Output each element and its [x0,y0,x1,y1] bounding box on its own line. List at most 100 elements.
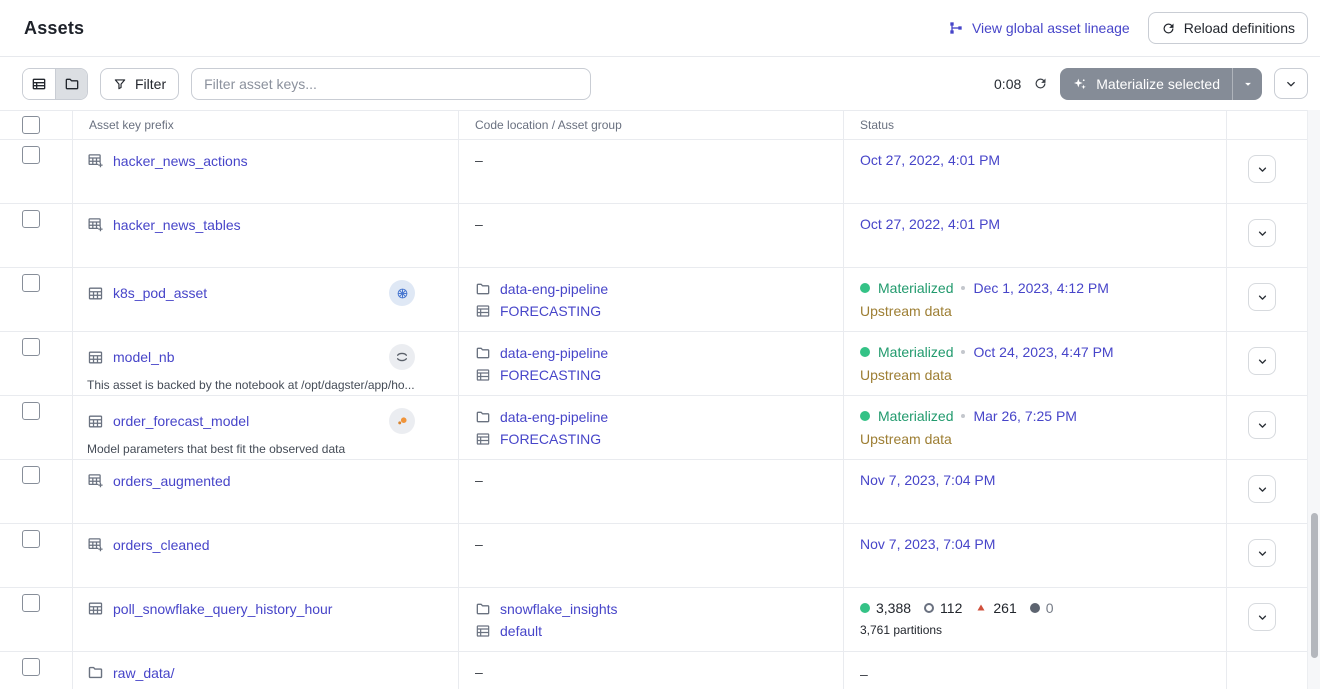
row-checkbox[interactable] [22,594,40,612]
materialize-split-button: Materialize selected [1060,68,1262,100]
folder-icon [87,664,104,681]
row-expand-button[interactable] [1248,155,1276,183]
separator-dot [961,286,965,290]
code-location-link[interactable]: snowflake_insights [500,601,618,617]
status-date-link[interactable]: Nov 7, 2023, 7:04 PM [860,536,995,552]
status-date-link[interactable]: Nov 7, 2023, 7:04 PM [860,472,995,488]
empty-value: – [475,150,483,168]
table-row: k8s_pod_asset data-eng-pipeline FORECAST… [0,267,1307,331]
asset-key-link[interactable]: order_forecast_model [113,413,249,429]
materialize-selected-button[interactable]: Materialize selected [1060,68,1232,100]
row-checkbox[interactable] [22,146,40,164]
folder-icon [475,345,491,361]
materialized-dot [860,411,870,421]
lineage-icon [948,20,964,36]
observed-count: 112 [940,600,962,616]
row-checkbox[interactable] [22,530,40,548]
filter-button[interactable]: Filter [100,68,179,100]
asset-description: This asset is backed by the notebook at … [87,378,442,392]
code-location-link[interactable]: data-eng-pipeline [500,409,608,425]
scikit-learn-icon [389,408,415,434]
caret-down-icon [1241,77,1255,91]
asset-group-icon [475,367,491,383]
select-all-checkbox[interactable] [22,116,40,134]
status-date-link[interactable]: Oct 27, 2022, 4:01 PM [860,216,1000,232]
table-icon [87,285,104,302]
row-expand-button[interactable] [1248,219,1276,247]
materialized-dot [860,347,870,357]
table-row: orders_augmented – Nov 7, 2023, 7:04 PM [0,459,1307,523]
materialized-count: 3,388 [876,600,911,616]
reload-definitions-button[interactable]: Reload definitions [1148,12,1308,44]
empty-value: – [475,214,483,232]
row-expand-button[interactable] [1248,347,1276,375]
status-date-link[interactable]: Oct 24, 2023, 4:47 PM [973,344,1113,360]
asset-key-link[interactable]: raw_data/ [113,665,174,681]
table-row: orders_cleaned – Nov 7, 2023, 7:04 PM [0,523,1307,587]
row-expand-button[interactable] [1248,539,1276,567]
status-date-link[interactable]: Dec 1, 2023, 4:12 PM [973,280,1108,296]
asset-key-link[interactable]: k8s_pod_asset [113,285,207,301]
list-view-button[interactable] [23,69,55,99]
row-checkbox[interactable] [22,658,40,676]
folder-view-icon [64,76,80,92]
view-global-asset-lineage-link[interactable]: View global asset lineage [948,20,1130,36]
row-expand-button[interactable] [1248,411,1276,439]
materialize-selected-label: Materialize selected [1096,76,1220,92]
materialized-partitions-dot [860,603,870,613]
asset-group-link[interactable]: FORECASTING [500,431,601,447]
row-expand-button[interactable] [1248,603,1276,631]
status-note: Upstream data [860,303,1210,319]
row-checkbox[interactable] [22,402,40,420]
row-checkbox[interactable] [22,466,40,484]
page-header: Assets View global asset lineage Reload … [0,0,1320,57]
table-row: model_nb This asset is backed by the not… [0,331,1307,395]
code-location-link[interactable]: data-eng-pipeline [500,281,608,297]
row-checkbox[interactable] [22,274,40,292]
table-row: raw_data/ – – [0,651,1307,689]
empty-value: – [475,470,483,488]
asset-group-icon [475,623,491,639]
filter-funnel-icon [113,77,127,91]
missing-count: 0 [1046,600,1054,616]
asset-key-link[interactable]: hacker_news_tables [113,217,241,233]
asset-key-link[interactable]: orders_augmented [113,473,231,489]
chevron-down-icon [1284,77,1298,91]
status-label: Materialized [878,344,953,360]
asset-group-link[interactable]: default [500,623,542,639]
refresh-countdown-icon[interactable] [1033,76,1048,91]
vertical-scrollbar[interactable] [1311,513,1318,658]
status-label: Materialized [878,280,953,296]
failed-partitions-icon [975,602,987,614]
table-row: poll_snowflake_query_history_hour snowfl… [0,587,1307,651]
empty-value: – [860,664,868,682]
row-checkbox[interactable] [22,338,40,356]
table-row: hacker_news_tables – Oct 27, 2022, 4:01 … [0,203,1307,267]
asset-group-link[interactable]: FORECASTING [500,303,601,319]
folder-view-button[interactable] [55,69,87,99]
sparkle-icon [1072,76,1088,92]
filter-asset-keys-input[interactable] [191,68,591,100]
folder-icon [475,601,491,617]
code-location-link[interactable]: data-eng-pipeline [500,345,608,361]
asset-key-link[interactable]: hacker_news_actions [113,153,248,169]
more-actions-button[interactable] [1274,68,1308,99]
assets-table: Asset key prefix Code location / Asset g… [0,110,1307,689]
row-checkbox[interactable] [22,210,40,228]
reload-definitions-label: Reload definitions [1184,20,1295,36]
table-icon [87,413,104,430]
row-expand-button[interactable] [1248,475,1276,503]
asset-group-link[interactable]: FORECASTING [500,367,601,383]
table-icon [87,600,104,617]
status-date-link[interactable]: Mar 26, 7:25 PM [973,408,1077,424]
empty-value: – [475,534,483,552]
table-plus-icon [87,536,104,553]
status-note: Upstream data [860,367,1210,383]
materialized-dot [860,283,870,293]
status-date-link[interactable]: Oct 27, 2022, 4:01 PM [860,152,1000,168]
asset-key-link[interactable]: poll_snowflake_query_history_hour [113,601,332,617]
asset-key-link[interactable]: orders_cleaned [113,537,210,553]
row-expand-button[interactable] [1248,283,1276,311]
materialize-options-button[interactable] [1232,68,1262,100]
asset-key-link[interactable]: model_nb [113,349,175,365]
